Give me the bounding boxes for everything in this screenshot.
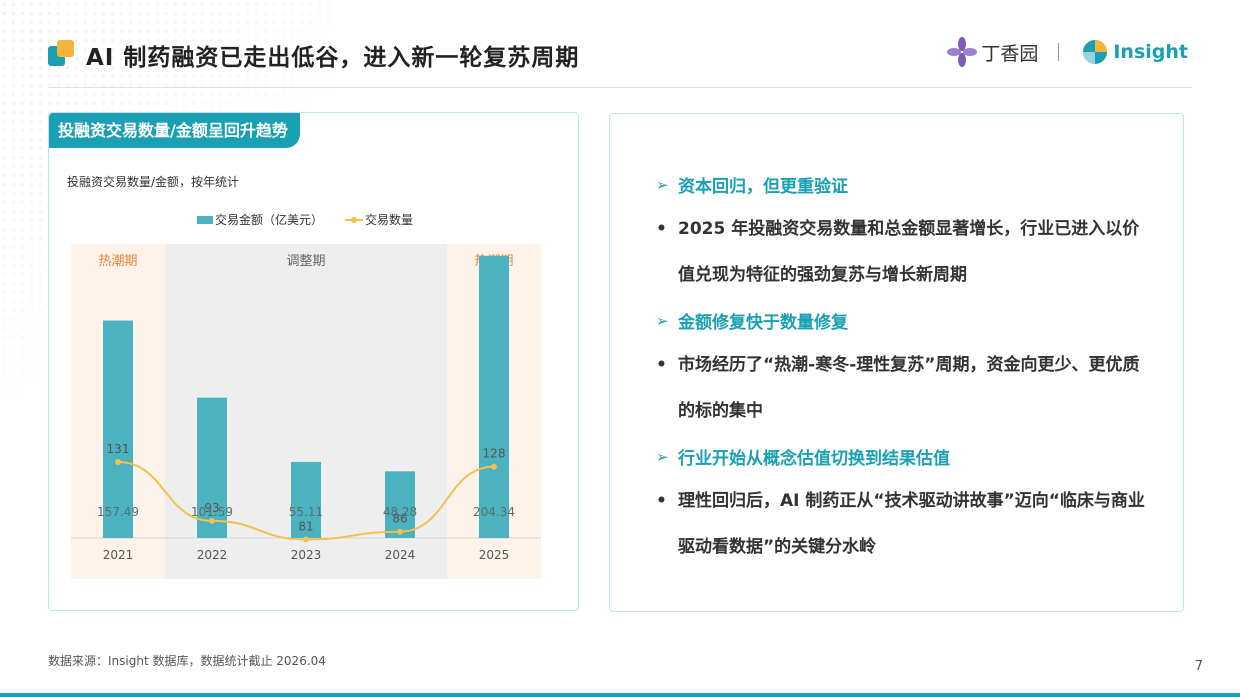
legend-line-dot — [351, 217, 357, 223]
legend-bar-swatch — [197, 216, 213, 224]
arrow-bullet-icon: ➢ — [656, 447, 669, 466]
brand-logos: 丁香园 Insight — [947, 34, 1188, 70]
insight-point: • 理性回归后，AI 制药正从“技术驱动讲故事”迈向“临床与商业驱动看数据”的关键… — [656, 479, 1146, 570]
period-label-1: 调整期 — [286, 254, 325, 269]
arrow-bullet-icon: ➢ — [656, 311, 669, 330]
dingxiangyuan-logo-text: 丁香园 — [981, 42, 1039, 65]
count-label-2025: 128 — [483, 447, 506, 461]
insights-panel: ➢ 资本回归，但更重验证 • 2025 年投融资交易数量和总金额显著增长，行业已进入以… — [609, 113, 1184, 612]
dot-bullet-icon: • — [656, 355, 667, 375]
insight-point: • 2025 年投融资交易数量和总金额显著增长，行业已进入以价值兑现为特征的强劲复… — [656, 207, 1146, 298]
bar-2025 — [479, 255, 509, 538]
insight-globe-icon — [1083, 40, 1108, 64]
arrow-bullet-icon: ➢ — [656, 175, 669, 194]
amount-label-2022: 101.59 — [191, 505, 233, 519]
x-tick-2023: 2023 — [291, 548, 322, 562]
logo-separator — [1058, 43, 1060, 61]
insight-heading-text: 金额修复快于数量修复 — [678, 313, 848, 333]
chart-panel: 投融资交易数量/金额呈回升趋势 投融资交易数量/金额，按年统计 热潮期调整期热潮… — [48, 112, 579, 611]
count-point-2021 — [115, 458, 121, 465]
period-label-0: 热潮期 — [98, 254, 137, 269]
insight-point: • 市场经历了“热潮-寒冬-理性复苏”周期，资金向更少、更优质的标的集中 — [656, 343, 1146, 434]
insight-heading: ➢ 资本回归，但更重验证 — [656, 162, 1146, 207]
insight-point-text: 市场经历了“热潮-寒冬-理性复苏”周期，资金向更少、更优质的标的集中 — [678, 355, 1140, 421]
page-number: 7 — [1194, 659, 1203, 674]
insight-logo-text: Insight — [1113, 41, 1188, 63]
source-note: 数据来源：Insight 数据库，数据统计截止 2026.04 — [48, 654, 326, 668]
insight-point-text: 理性回归后，AI 制药正从“技术驱动讲故事”迈向“临床与商业驱动看数据”的关键分… — [678, 491, 1145, 557]
x-tick-2025: 2025 — [479, 548, 510, 562]
page-title: AI 制药融资已走出低谷，进入新一轮复苏周期 — [86, 45, 580, 71]
insight-heading-text: 资本回归，但更重验证 — [678, 177, 848, 197]
x-tick-2024: 2024 — [385, 548, 416, 562]
lilac-flower-icon — [947, 37, 978, 67]
insight-heading: ➢ 行业开始从概念估值切换到结果估值 — [656, 434, 1146, 479]
legend-bar-label: 交易金额（亿美元） — [215, 212, 323, 227]
legend-line-label: 交易数量 — [365, 212, 413, 227]
amount-label-2024: 48.28 — [383, 505, 417, 519]
insights-list: ➢ 资本回归，但更重验证 • 2025 年投融资交易数量和总金额显著增长，行业已进入以… — [656, 162, 1146, 570]
title-logo-icon — [48, 40, 76, 68]
insight-heading: ➢ 金额修复快于数量修复 — [656, 298, 1146, 343]
amount-label-2023: 55.11 — [289, 505, 323, 519]
amount-label-2025: 204.34 — [473, 505, 515, 519]
x-tick-2021: 2021 — [103, 548, 134, 562]
x-tick-2022: 2022 — [197, 548, 228, 562]
insight-heading-text: 行业开始从概念估值切换到结果估值 — [678, 449, 950, 469]
amount-label-2021: 157.49 — [97, 505, 139, 519]
insight-point-text: 2025 年投融资交易数量和总金额显著增长，行业已进入以价值兑现为特征的强劲复苏… — [678, 219, 1140, 285]
count-point-2025 — [491, 463, 497, 470]
header-divider — [48, 87, 1192, 88]
count-label-2023: 81 — [298, 519, 313, 533]
bottom-accent-bar — [0, 693, 1240, 697]
bar-line-chart: 热潮期调整期热潮期131938186128157.49101.5955.1148… — [71, 212, 541, 579]
dot-bullet-icon: • — [656, 491, 667, 511]
count-point-2023 — [303, 536, 309, 543]
dingxiangyuan-logo: 丁香园 — [947, 37, 1038, 67]
count-point-2024 — [397, 528, 403, 535]
count-label-2021: 131 — [107, 442, 130, 456]
insight-logo: Insight — [1081, 38, 1188, 66]
dot-bullet-icon: • — [656, 219, 667, 239]
